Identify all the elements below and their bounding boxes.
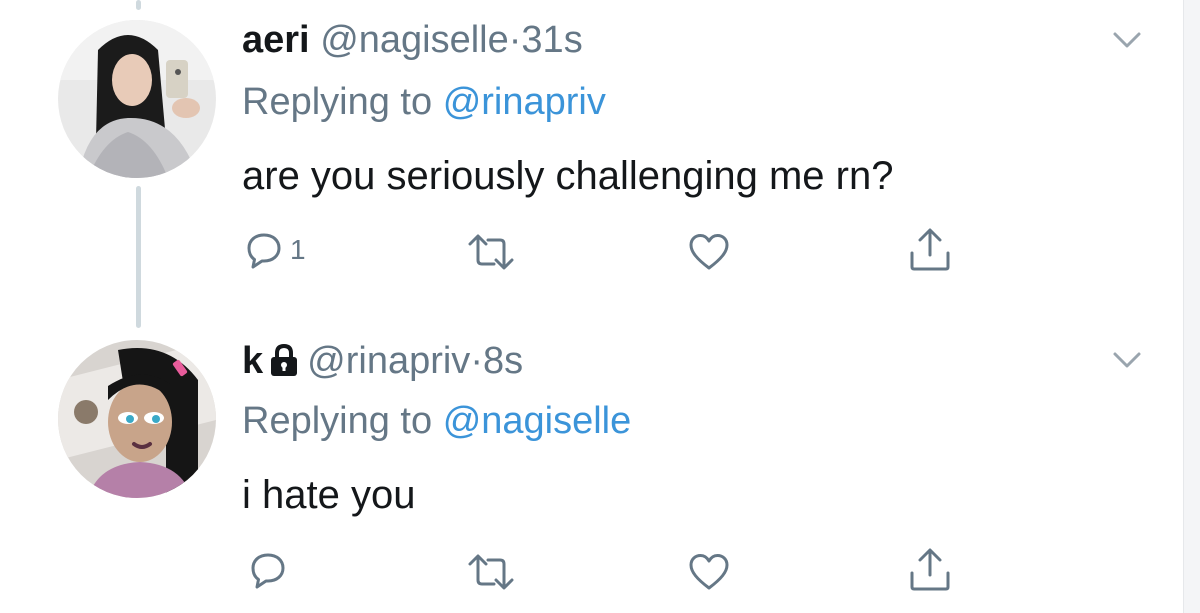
replying-to-line: Replying to @nagiselle bbox=[242, 399, 631, 443]
tweet-header: aeri @nagiselle·31s bbox=[242, 18, 583, 62]
reply-button[interactable] bbox=[248, 545, 288, 595]
like-icon bbox=[689, 234, 729, 270]
retweet-button[interactable] bbox=[466, 547, 516, 597]
thread-connector-line bbox=[136, 186, 141, 328]
replying-prefix: Replying to bbox=[242, 400, 433, 442]
reply-icon bbox=[251, 553, 285, 589]
tweet-text: i hate you bbox=[242, 473, 416, 517]
reply-count: 1 bbox=[290, 234, 306, 265]
timestamp[interactable]: 8s bbox=[483, 340, 523, 382]
lock-icon bbox=[271, 343, 298, 376]
like-icon bbox=[689, 554, 729, 590]
avatar-aeri[interactable] bbox=[58, 20, 216, 178]
tweet-header: k @rinapriv·8s bbox=[242, 339, 523, 383]
share-icon bbox=[910, 228, 950, 271]
avatar-k[interactable] bbox=[58, 340, 216, 498]
display-name[interactable]: aeri bbox=[242, 19, 310, 61]
handle[interactable]: @rinapriv bbox=[307, 340, 470, 382]
share-button[interactable] bbox=[907, 545, 953, 595]
reply-button[interactable]: 1 bbox=[244, 225, 306, 275]
chevron-down-icon[interactable] bbox=[1112, 30, 1142, 50]
share-button[interactable] bbox=[907, 225, 953, 275]
tweet-text: are you seriously challenging me rn? bbox=[242, 154, 894, 198]
retweet-icon bbox=[468, 554, 514, 590]
reply-icon bbox=[247, 233, 281, 269]
thread-line-top bbox=[136, 0, 141, 10]
replying-mention[interactable]: @rinapriv bbox=[443, 81, 606, 123]
retweet-icon bbox=[468, 234, 514, 270]
separator-dot: · bbox=[508, 19, 522, 61]
like-button[interactable] bbox=[687, 547, 731, 597]
display-name[interactable]: k bbox=[242, 340, 263, 382]
retweet-button[interactable] bbox=[466, 227, 516, 277]
replying-prefix: Replying to bbox=[242, 81, 433, 123]
handle[interactable]: @nagiselle bbox=[320, 19, 509, 61]
right-edge-strip bbox=[1183, 0, 1200, 613]
share-icon bbox=[910, 548, 950, 591]
chevron-down-icon[interactable] bbox=[1112, 350, 1142, 370]
timestamp[interactable]: 31s bbox=[521, 19, 582, 61]
replying-to-line: Replying to @rinapriv bbox=[242, 80, 606, 124]
like-button[interactable] bbox=[687, 227, 731, 277]
separator-dot: · bbox=[470, 340, 483, 382]
replying-mention[interactable]: @nagiselle bbox=[443, 400, 632, 442]
